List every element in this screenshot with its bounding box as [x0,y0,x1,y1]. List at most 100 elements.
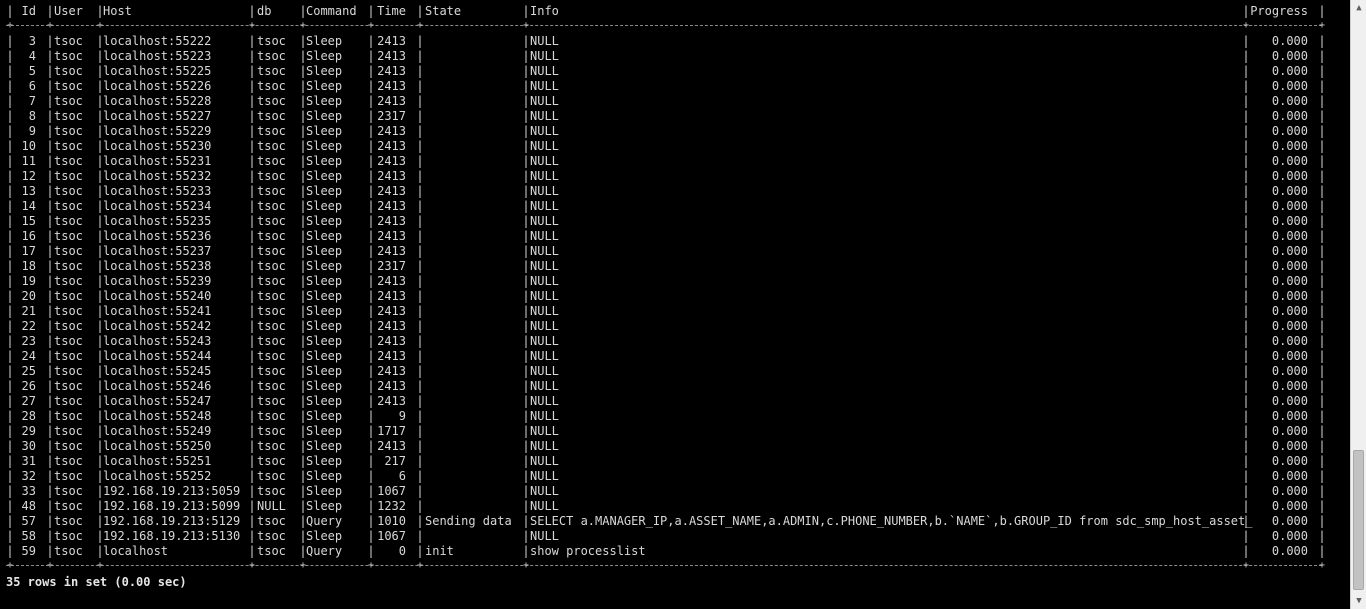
table-border-corner: + [47,20,54,31]
cell-progress: 0.000 [1271,229,1308,243]
column-separator: | [522,454,530,468]
cell-user: tsoc [54,469,83,483]
cell-user: tsoc [54,49,83,63]
scroll-thumb[interactable] [1353,450,1364,590]
column-separator: | [416,364,424,378]
table-row: | | | | | | | | | | 5 tsoc localhost:55225 tsoc Sleep 2… [6,64,1325,79]
column-separator: | [416,394,424,408]
cell-progress: 0.000 [1271,424,1308,438]
column-separator: | [46,169,54,183]
column-separator: | [248,229,256,243]
column-separator: | [1318,394,1326,408]
cell-progress: 0.000 [1271,364,1308,378]
table-row: | | | | | | | | | | 25 tsoc localhost:55245 tsoc Sleep… [6,364,1325,379]
table-border-corner: + [368,20,375,31]
column-separator: | [248,319,256,333]
cell-db: tsoc [257,319,286,333]
cell-command: Sleep [306,154,343,168]
terminal-window[interactable]: | | | | | | | | | | Id User Host db Command Time State In… [0,0,1350,609]
cell-user: tsoc [54,409,83,423]
column-separator: | [1318,349,1326,363]
cell-info: NULL [530,439,559,453]
column-separator: | [46,499,54,513]
column-separator: | [1318,544,1326,558]
cell-user: tsoc [54,439,83,453]
cell-user: tsoc [54,304,83,318]
cell-db: tsoc [257,214,286,228]
column-separator: | [6,544,14,558]
column-separator: | [6,244,14,258]
cell-user: tsoc [54,529,83,543]
column-separator: | [1318,124,1326,138]
cell-info: NULL [530,529,559,543]
column-separator: | [46,214,54,228]
table-border-corner: + [1319,20,1326,31]
cell-db: tsoc [257,364,286,378]
cell-db: tsoc [257,394,286,408]
column-separator: | [1242,229,1250,243]
table-border-corner: + [7,20,14,31]
cell-progress: 0.000 [1271,409,1308,423]
column-separator: | [46,379,54,393]
column-separator: | [46,229,54,243]
cell-host: localhost:55243 [103,334,212,348]
cell-host: localhost:55236 [103,229,212,243]
cell-time: 2413 [377,124,406,138]
cell-state: init [425,544,454,558]
column-separator: | [6,229,14,243]
cell-progress: 0.000 [1271,394,1308,408]
cell-id: 17 [21,244,36,258]
cell-progress: 0.000 [1271,94,1308,108]
column-separator: | [46,304,54,318]
column-separator: | [367,64,375,78]
column-separator: | [46,124,54,138]
cell-info: NULL [530,169,559,183]
column-separator: | [522,154,530,168]
column-separator: | [248,334,256,348]
cell-id: 10 [21,139,36,153]
column-separator: | [522,544,530,558]
column-separator: | [46,259,54,273]
cell-command: Sleep [306,529,343,543]
table-row: | | | | | | | | | | 12 tsoc localhost:55232 tsoc Sleep… [6,169,1325,184]
cell-progress: 0.000 [1271,184,1308,198]
column-separator: | [6,454,14,468]
cell-info: NULL [530,469,559,483]
cell-user: tsoc [54,259,83,273]
cell-host: localhost:55245 [103,364,212,378]
cell-command: Sleep [306,364,343,378]
column-separator: | [6,409,14,423]
cell-user: tsoc [54,229,83,243]
column-separator: | [248,244,256,258]
cell-command: Sleep [306,454,343,468]
table-header: | | | | | | | | | | Id User Host db Command Time State In… [6,4,1325,19]
scroll-up-icon[interactable]: ▲ [1351,0,1366,16]
cell-command: Sleep [306,184,343,198]
cell-db: tsoc [257,469,286,483]
cell-user: tsoc [54,79,83,93]
scroll-down-icon[interactable]: ▼ [1351,593,1366,609]
vertical-scrollbar[interactable]: ▲ ▼ [1350,0,1366,609]
cell-command: Sleep [306,244,343,258]
column-separator: | [367,259,375,273]
column-separator: | [522,139,530,153]
cell-progress: 0.000 [1271,439,1308,453]
cell-id: 24 [21,349,36,363]
cell-progress: 0.000 [1271,154,1308,168]
column-separator: | [367,394,375,408]
column-separator: | [522,229,530,243]
table-border-corner: + [417,20,424,31]
column-separator: | [248,79,256,93]
column-separator: | [6,49,14,63]
cell-db: tsoc [257,229,286,243]
cell-user: tsoc [54,394,83,408]
cell-db: tsoc [257,484,286,498]
cell-time: 2413 [377,289,406,303]
column-separator: | [248,34,256,48]
column-separator: | [248,469,256,483]
column-separator: | [416,274,424,288]
column-separator: | [416,454,424,468]
cell-host: localhost:55240 [103,289,212,303]
column-separator: | [46,154,54,168]
cell-id: 11 [21,154,36,168]
